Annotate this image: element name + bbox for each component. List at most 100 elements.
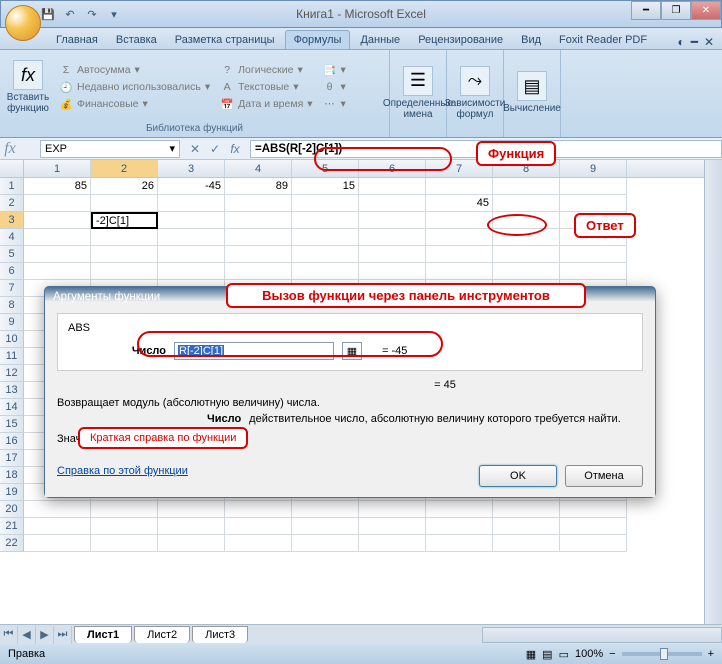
col-header[interactable]: 9	[560, 160, 627, 177]
cell[interactable]	[493, 518, 560, 535]
cell[interactable]: 45	[426, 195, 493, 212]
cell[interactable]	[359, 212, 426, 229]
cell[interactable]	[359, 229, 426, 246]
tab-foxit[interactable]: Foxit Reader PDF	[551, 31, 655, 49]
cell[interactable]	[560, 246, 627, 263]
save-icon[interactable]: 💾	[39, 5, 57, 23]
cell[interactable]	[158, 518, 225, 535]
calculation-button[interactable]: ▤ Вычисление	[508, 52, 556, 133]
cell[interactable]	[24, 229, 91, 246]
row-header[interactable]: 22	[0, 535, 24, 552]
cell[interactable]	[91, 518, 158, 535]
cell[interactable]	[292, 246, 359, 263]
row-header[interactable]: 18	[0, 467, 24, 484]
row-header[interactable]: 8	[0, 297, 24, 314]
cell[interactable]	[225, 195, 292, 212]
zoom-level[interactable]: 100%	[575, 648, 603, 660]
tab-home[interactable]: Главная	[48, 31, 106, 49]
col-header[interactable]: 3	[158, 160, 225, 177]
cell[interactable]	[225, 246, 292, 263]
cell[interactable]	[493, 535, 560, 552]
cell[interactable]	[91, 535, 158, 552]
fx-button-icon[interactable]: fx	[226, 140, 244, 158]
zoom-slider[interactable]	[622, 652, 702, 656]
cell[interactable]	[426, 535, 493, 552]
row-header[interactable]: 12	[0, 365, 24, 382]
undo-icon[interactable]: ↶	[61, 5, 79, 23]
recent-functions-button[interactable]: 🕘Недавно использовались ▾	[56, 79, 213, 95]
cell[interactable]	[91, 195, 158, 212]
cell[interactable]	[225, 501, 292, 518]
cell[interactable]	[91, 263, 158, 280]
cell[interactable]	[426, 212, 493, 229]
row-header[interactable]: 14	[0, 399, 24, 416]
cell[interactable]	[560, 518, 627, 535]
cell[interactable]	[158, 212, 225, 229]
cell[interactable]	[560, 501, 627, 518]
formula-auditing-button[interactable]: ⤳ Зависимости формул	[451, 52, 499, 133]
row-header[interactable]: 17	[0, 450, 24, 467]
name-box[interactable]: EXP▾	[40, 140, 180, 158]
cell[interactable]	[426, 229, 493, 246]
cell[interactable]	[493, 246, 560, 263]
cancel-button[interactable]: Отмена	[565, 465, 643, 487]
ok-button[interactable]: OK	[479, 465, 557, 487]
cell[interactable]	[225, 212, 292, 229]
help-link[interactable]: Справка по этой функции	[57, 465, 188, 477]
cell[interactable]	[225, 518, 292, 535]
cell[interactable]	[158, 195, 225, 212]
cell[interactable]	[24, 212, 91, 229]
accept-formula-icon[interactable]: ✓	[206, 140, 224, 158]
cell[interactable]	[493, 229, 560, 246]
col-header[interactable]: 2	[91, 160, 158, 177]
ribbon-minimize-icon[interactable]: ━	[691, 35, 698, 49]
select-all-corner[interactable]	[0, 160, 24, 177]
cell[interactable]	[426, 518, 493, 535]
row-header[interactable]: 10	[0, 331, 24, 348]
autosum-button[interactable]: ΣАвтосумма ▾	[56, 62, 213, 78]
row-header[interactable]: 19	[0, 484, 24, 501]
cell[interactable]	[292, 263, 359, 280]
cell[interactable]	[24, 501, 91, 518]
cell[interactable]	[292, 501, 359, 518]
cell[interactable]: -45	[158, 178, 225, 195]
more-functions-icon[interactable]: 📑▾	[320, 62, 349, 78]
sheet-next-icon[interactable]: ▶	[36, 626, 54, 644]
cell[interactable]	[359, 263, 426, 280]
cell[interactable]	[359, 195, 426, 212]
sheet-last-icon[interactable]: ⏭	[54, 626, 72, 644]
cell[interactable]	[225, 263, 292, 280]
cell[interactable]	[359, 501, 426, 518]
qat-dropdown-icon[interactable]: ▾	[105, 5, 123, 23]
cell[interactable]	[24, 518, 91, 535]
redo-icon[interactable]: ↷	[83, 5, 101, 23]
cell[interactable]: 89	[225, 178, 292, 195]
zoom-out-icon[interactable]: −	[609, 648, 615, 660]
vertical-scrollbar[interactable]	[704, 160, 722, 624]
more-functions3-icon[interactable]: ⋯▾	[320, 96, 349, 112]
zoom-in-icon[interactable]: +	[708, 648, 714, 660]
row-header[interactable]: 1	[0, 178, 24, 195]
cell[interactable]	[225, 535, 292, 552]
cell[interactable]	[24, 195, 91, 212]
close-button[interactable]: ✕	[691, 1, 721, 20]
cell[interactable]: 26	[91, 178, 158, 195]
view-pagebreak-icon[interactable]: ▭	[559, 648, 569, 661]
text-functions-button[interactable]: AТекстовые ▾	[217, 79, 315, 95]
cell[interactable]	[560, 263, 627, 280]
row-header[interactable]: 6	[0, 263, 24, 280]
cell[interactable]	[91, 246, 158, 263]
cell[interactable]	[359, 178, 426, 195]
cell[interactable]	[426, 501, 493, 518]
tab-view[interactable]: Вид	[513, 31, 549, 49]
cell[interactable]	[493, 178, 560, 195]
range-picker-icon[interactable]: ▦	[342, 342, 362, 360]
insert-function-button[interactable]: fx Вставить функцию	[4, 52, 52, 122]
row-header[interactable]: 3	[0, 212, 24, 229]
col-header[interactable]: 5	[292, 160, 359, 177]
sheet-prev-icon[interactable]: ◀	[18, 626, 36, 644]
cell[interactable]	[292, 212, 359, 229]
cell[interactable]	[158, 263, 225, 280]
cell[interactable]	[560, 535, 627, 552]
logical-button[interactable]: ?Логические ▾	[217, 62, 315, 78]
